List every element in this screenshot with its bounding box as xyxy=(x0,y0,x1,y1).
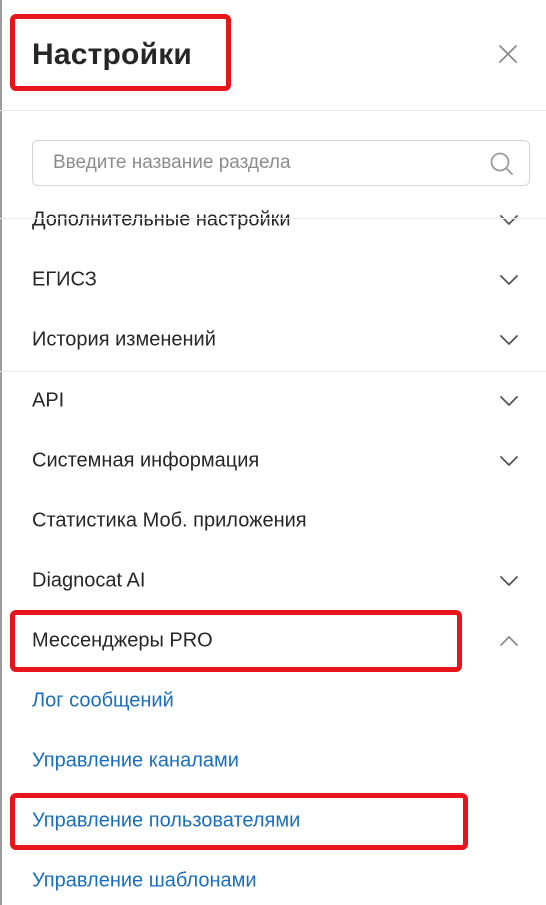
search-divider xyxy=(0,218,546,219)
submenu-item-label: Управление шаблонами xyxy=(32,869,257,892)
menu-item-label: ЕГИСЗ xyxy=(32,268,97,291)
submenu-item-template-management[interactable]: Управление шаблонами xyxy=(0,851,546,905)
chevron-up-icon xyxy=(500,636,518,646)
menu-item-label: API xyxy=(32,389,65,412)
chevron-down-icon xyxy=(500,456,518,466)
menu-item-label: История изменений xyxy=(32,328,216,351)
menu-item-api[interactable]: API xyxy=(0,371,546,431)
submenu-item-channel-management[interactable]: Управление каналами xyxy=(0,731,546,791)
chevron-down-icon xyxy=(500,396,518,406)
search-icon[interactable] xyxy=(489,151,515,177)
submenu-item-user-management[interactable]: Управление пользователями xyxy=(0,791,546,851)
menu-item-egisz[interactable]: ЕГИСЗ xyxy=(0,250,546,310)
submenu-item-message-log[interactable]: Лог сообщений xyxy=(0,671,546,731)
menu-item-label: Системная информация xyxy=(32,449,260,472)
menu-item-label: Дополнительные настройки xyxy=(32,208,291,231)
search-input[interactable] xyxy=(33,141,483,185)
close-button[interactable] xyxy=(496,42,520,66)
menu-item-mobile-stats[interactable]: Статистика Моб. приложения xyxy=(0,491,546,551)
chevron-down-icon xyxy=(500,335,518,345)
submenu-item-label: Управление каналами xyxy=(32,749,239,772)
menu-item-label: Diagnocat AI xyxy=(32,569,146,592)
page-title: Настройки xyxy=(32,38,193,71)
menu-item-diagnocat-ai[interactable]: Diagnocat AI xyxy=(0,551,546,611)
menu-item-additional-settings[interactable]: Дополнительные настройки xyxy=(0,190,546,250)
chevron-down-icon xyxy=(500,215,518,225)
settings-panel: Настройки Дополнительные настройки ЕГИСЗ xyxy=(0,0,546,905)
search-box xyxy=(32,140,530,186)
menu-item-label: Мессенджеры PRO xyxy=(32,629,213,652)
submenu-item-label: Лог сообщений xyxy=(32,689,174,712)
menu-item-messengers-pro[interactable]: Мессенджеры PRO xyxy=(0,611,546,671)
close-icon xyxy=(499,45,517,63)
chevron-down-icon xyxy=(500,275,518,285)
menu-item-system-info[interactable]: Системная информация xyxy=(0,431,546,491)
menu-item-change-history[interactable]: История изменений xyxy=(0,310,546,370)
settings-menu: Дополнительные настройки ЕГИСЗ История и… xyxy=(0,190,546,905)
panel-header: Настройки xyxy=(0,0,546,111)
chevron-down-icon xyxy=(500,576,518,586)
menu-item-label: Статистика Моб. приложения xyxy=(32,509,307,532)
submenu-item-label: Управление пользователями xyxy=(32,809,301,832)
